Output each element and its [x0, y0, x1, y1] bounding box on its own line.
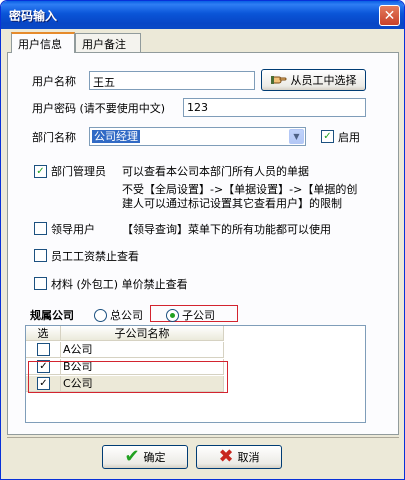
- close-button[interactable]: ✕: [379, 5, 400, 26]
- department-selected-value: 公司经理: [92, 130, 140, 143]
- grid-header: 选 子公司名称: [26, 326, 224, 341]
- password-label: 用户密码 (请不要使用中文): [32, 102, 166, 115]
- selected-rows-highlight: [28, 361, 228, 393]
- ok-label: 确定: [143, 451, 166, 464]
- grid-header-select[interactable]: 选: [26, 326, 61, 341]
- dept-manager-label: 部门管理员: [51, 165, 106, 178]
- cancel-button[interactable]: ✖ 取消: [196, 445, 282, 469]
- tab-user-info-label: 用户信息: [18, 38, 62, 51]
- radio-head-office-label: 总公司: [110, 309, 143, 322]
- password-input-dialog: 密码输入 ✕ 用户信息 用户备注 用户名称 王五 从员工中选择 用户密码 (请不…: [0, 0, 405, 480]
- tab-user-notes-label: 用户备注: [82, 38, 126, 51]
- enabled-checkbox[interactable]: ✓: [321, 130, 334, 143]
- pick-from-employees-button[interactable]: 从员工中选择: [261, 69, 366, 91]
- username-label: 用户名称: [32, 75, 76, 88]
- title-bar[interactable]: 密码输入 ✕: [1, 1, 404, 29]
- pick-from-employees-label: 从员工中选择: [290, 74, 357, 87]
- table-row[interactable]: A公司: [26, 342, 224, 358]
- password-input[interactable]: 123: [183, 98, 366, 117]
- cancel-label: 取消: [237, 451, 260, 464]
- department-label: 部门名称: [32, 131, 76, 144]
- username-input[interactable]: 王五: [89, 71, 255, 90]
- dept-manager-description: 可以查看本公司本部门所有人员的单据: [122, 165, 309, 178]
- hand-pointer-icon: [270, 76, 286, 84]
- chevron-down-icon[interactable]: ▼: [289, 129, 304, 144]
- leader-user-description: 【领导查询】菜单下的所有功能都可以使用: [122, 223, 331, 236]
- tab-user-notes[interactable]: 用户备注: [75, 33, 141, 52]
- material-price-hidden-checkbox[interactable]: [34, 277, 47, 290]
- leader-user-label: 领导用户: [51, 223, 95, 236]
- radio-subsidiary[interactable]: [166, 309, 179, 322]
- subsidiary-grid: 选 子公司名称 A公司 ✓ B公司 ✓ C公司: [25, 325, 366, 423]
- checkmark-icon: ✔: [124, 446, 140, 467]
- ok-button[interactable]: ✔ 确定: [102, 445, 188, 469]
- company-scope-label: 规属公司: [30, 309, 74, 322]
- enabled-label: 启用: [338, 131, 360, 144]
- dept-manager-checkbox[interactable]: ✓: [34, 165, 47, 178]
- close-icon: ✕: [383, 7, 396, 24]
- row-name: A公司: [61, 342, 224, 358]
- grid-header-name[interactable]: 子公司名称: [61, 326, 224, 341]
- leader-user-checkbox[interactable]: [34, 222, 47, 235]
- row-checkbox[interactable]: [37, 343, 50, 356]
- window-title: 密码输入: [9, 9, 58, 23]
- tab-user-info[interactable]: 用户信息: [11, 32, 75, 53]
- material-price-hidden-label: 材料 (外包工) 单价禁止查看: [51, 278, 188, 291]
- wage-hidden-checkbox[interactable]: [34, 249, 47, 262]
- dept-manager-note-line2: 建人可以通过标记设置其它查看用户】的限制: [122, 197, 342, 210]
- department-select[interactable]: 公司经理 ▼: [89, 127, 306, 146]
- footer-divider: [7, 437, 399, 438]
- x-icon: ✖: [218, 446, 234, 467]
- wage-hidden-label: 员工工资禁止查看: [51, 250, 139, 263]
- row-check-cell: [26, 342, 61, 358]
- radio-head-office[interactable]: [94, 309, 107, 322]
- radio-subsidiary-label: 子公司: [182, 309, 215, 322]
